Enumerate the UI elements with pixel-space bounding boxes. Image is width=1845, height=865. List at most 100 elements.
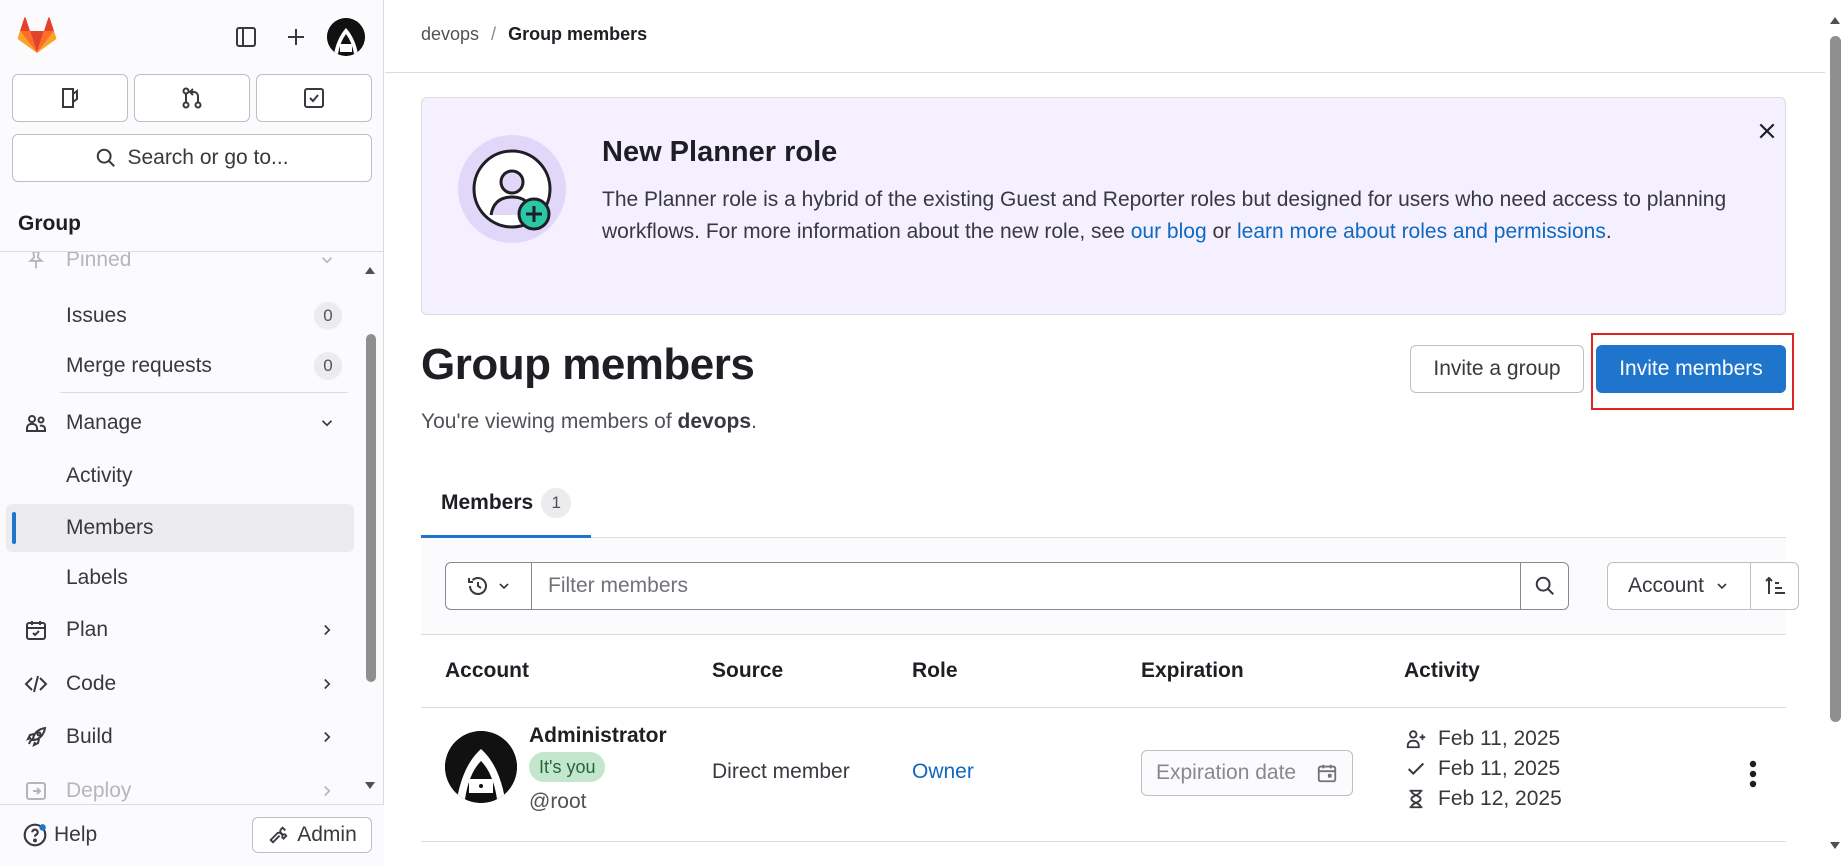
member-username: @root xyxy=(529,790,587,813)
more-actions-icon[interactable] xyxy=(1735,752,1771,796)
users-icon xyxy=(24,411,48,435)
sidebar-item-label: Deploy xyxy=(66,779,132,802)
sidebar-item-activity[interactable]: Activity xyxy=(6,452,354,500)
history-icon xyxy=(467,577,487,595)
expiration-date-field[interactable]: Expiration date xyxy=(1141,750,1353,796)
planner-role-banner: New Planner role The Planner role is a h… xyxy=(421,97,1786,315)
filter-members-input[interactable] xyxy=(531,562,1521,610)
user-add-illustration xyxy=(458,135,566,243)
table-header: Account Source Role Expiration Activity xyxy=(421,635,1786,708)
create-new-icon[interactable] xyxy=(276,17,316,57)
tab-label: Members xyxy=(441,490,534,514)
top-bar: devops / Group members xyxy=(385,0,1825,73)
admin-button[interactable]: Admin xyxy=(252,817,372,853)
issues-count-badge: 0 xyxy=(314,302,342,330)
sidebar-item-pinned[interactable]: Pinned xyxy=(6,252,354,284)
sort-direction-button[interactable] xyxy=(1751,562,1799,610)
sidebar-item-labels[interactable]: Labels xyxy=(6,554,354,602)
sidebar-item-label: Build xyxy=(66,725,113,748)
todo-list-button[interactable] xyxy=(256,74,372,122)
close-icon[interactable] xyxy=(1749,113,1785,149)
sidebar-item-issues[interactable]: Issues 0 xyxy=(6,292,354,340)
subtitle-text: . xyxy=(751,410,757,433)
admin-label: Admin xyxy=(297,823,357,846)
sidebar-item-label: Activity xyxy=(66,464,133,487)
gitlab-logo[interactable] xyxy=(17,17,57,57)
member-activity: Feb 11, 2025 Feb 11, 2025 Feb 12, 2025 xyxy=(1404,724,1562,814)
sidebar-item-code[interactable]: Code xyxy=(6,660,354,708)
sidebar-footer: Help Admin xyxy=(0,804,384,865)
column-header-role: Role xyxy=(912,659,958,682)
scroll-up-arrow-icon[interactable] xyxy=(1829,14,1841,26)
page-title: Group members xyxy=(421,340,755,389)
sidebar-item-build[interactable]: Build xyxy=(6,713,354,761)
filter-search-button[interactable] xyxy=(1521,562,1569,610)
user-created-line: Feb 11, 2025 xyxy=(1404,754,1562,784)
sidebar-item-manage[interactable]: Manage xyxy=(6,399,354,447)
sidebar-item-label: Issues xyxy=(66,304,127,327)
column-header-activity: Activity xyxy=(1404,659,1480,682)
recent-searches-button[interactable] xyxy=(445,562,531,610)
user-avatar[interactable] xyxy=(327,18,365,56)
chevron-right-icon xyxy=(316,619,338,641)
breadcrumb-current[interactable]: Group members xyxy=(508,24,647,45)
column-header-account: Account xyxy=(445,659,529,682)
chevron-down-icon xyxy=(316,252,338,271)
assigned-issues-button[interactable] xyxy=(12,74,128,122)
user-add-icon xyxy=(1404,727,1428,751)
sort-ascending-icon xyxy=(1764,576,1785,594)
invite-group-button[interactable]: Invite a group xyxy=(1410,345,1584,393)
chevron-down-icon xyxy=(316,412,338,434)
tab-members[interactable]: Members 1 xyxy=(421,470,592,538)
code-icon xyxy=(24,672,48,696)
chevron-right-icon xyxy=(316,673,338,695)
sort-by-dropdown[interactable]: Account xyxy=(1607,562,1751,610)
sidebar-item-label: Manage xyxy=(66,411,142,434)
scroll-up-arrow-icon[interactable] xyxy=(364,264,376,276)
sidebar-item-merge-requests[interactable]: Merge requests 0 xyxy=(6,342,354,390)
scroll-down-arrow-icon[interactable] xyxy=(1829,840,1841,852)
breadcrumb: devops / Group members xyxy=(421,24,647,45)
page-scrollbar[interactable] xyxy=(1825,0,1845,865)
sidebar-item-plan[interactable]: Plan xyxy=(6,606,354,654)
page-subtitle: You're viewing members of devops. xyxy=(421,410,757,434)
banner-body: The Planner role is a hybrid of the exis… xyxy=(602,184,1742,248)
issues-icon xyxy=(62,88,78,108)
tab-count-badge: 1 xyxy=(541,487,572,518)
sidebar-scrollbar-thumb[interactable] xyxy=(366,334,376,682)
search-icon xyxy=(97,148,116,167)
merge-requests-count-badge: 0 xyxy=(314,352,342,380)
last-activity-date: Feb 12, 2025 xyxy=(1438,787,1562,810)
todo-icon xyxy=(304,88,324,108)
breadcrumb-group-link[interactable]: devops xyxy=(421,24,479,45)
search-icon xyxy=(1535,576,1554,595)
table-row: Administrator It's you @root Direct memb… xyxy=(421,708,1786,842)
sidebar-separator xyxy=(60,392,348,393)
help-button[interactable]: Help xyxy=(22,817,97,853)
member-name[interactable]: Administrator xyxy=(529,724,667,748)
sidebar-section-title: Group xyxy=(18,212,81,235)
page-scrollbar-thumb[interactable] xyxy=(1830,36,1841,722)
member-role-link[interactable]: Owner xyxy=(912,760,974,784)
roles-permissions-link[interactable]: learn more about roles and permissions xyxy=(1237,220,1606,243)
sort-label: Account xyxy=(1628,574,1704,597)
banner-text: . xyxy=(1605,220,1612,243)
member-avatar[interactable] xyxy=(445,731,517,803)
scroll-down-arrow-icon[interactable] xyxy=(364,780,376,792)
subtitle-group: devops xyxy=(677,410,752,433)
help-label: Help xyxy=(54,823,98,846)
our-blog-link[interactable]: our blog xyxy=(1131,220,1207,243)
column-header-expiration: Expiration xyxy=(1141,659,1244,682)
wrench-icon xyxy=(269,826,288,844)
chevron-down-icon xyxy=(498,583,509,590)
sidebar-item-label: Pinned xyxy=(66,252,132,271)
sidebar-item-deploy[interactable]: Deploy xyxy=(6,767,354,804)
sidebar-item-label: Merge requests xyxy=(66,354,212,377)
sidebar-item-members[interactable]: Members xyxy=(6,504,354,552)
subtitle-text: You're viewing members of xyxy=(421,410,678,433)
toggle-sidebar-icon[interactable] xyxy=(226,17,266,57)
merge-requests-button[interactable] xyxy=(134,74,250,122)
search-button[interactable]: Search or go to... xyxy=(12,134,372,182)
user-created-date: Feb 11, 2025 xyxy=(1438,757,1561,780)
members-tabs: Members 1 xyxy=(421,470,1786,538)
